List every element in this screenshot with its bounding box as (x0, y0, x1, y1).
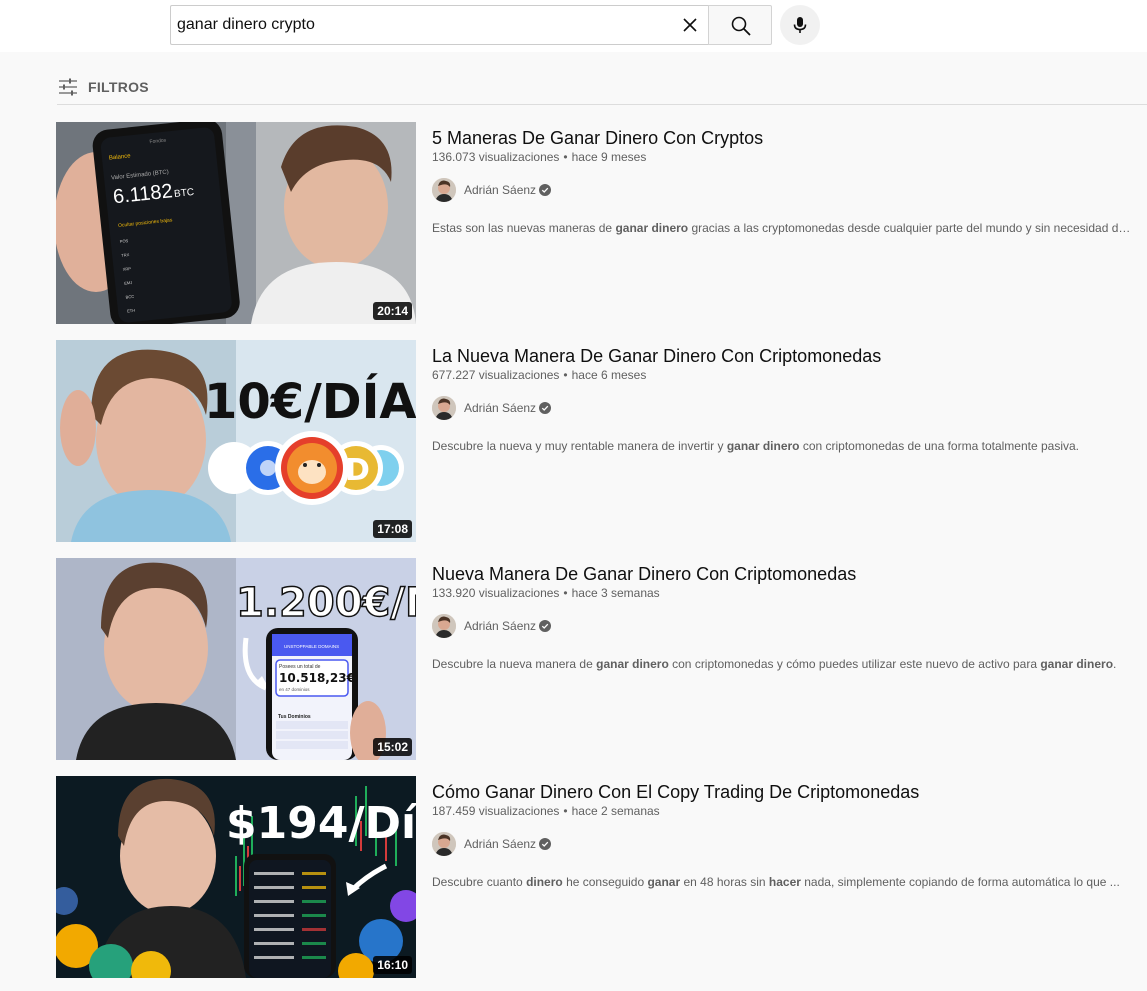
verified-badge-icon (539, 402, 551, 414)
search-icon (731, 16, 751, 36)
thumb-text: UNSTOPPABLE DOMAINS (284, 644, 339, 649)
avatar[interactable] (432, 396, 456, 420)
voice-search-button[interactable] (780, 5, 820, 45)
avatar[interactable] (432, 614, 456, 638)
video-description: Descubre la nueva y muy rentable manera … (432, 439, 1079, 453)
view-count: 133.920 visualizaciones (432, 586, 560, 600)
sliders-icon (59, 78, 77, 96)
channel-name[interactable]: Adrián Sáenz (464, 183, 536, 197)
video-meta: 677.227 visualizaciones • hace 6 meses (432, 368, 647, 382)
verified-badge-icon (539, 184, 551, 196)
masthead (0, 0, 1147, 52)
duration-badge: 20:14 (373, 302, 412, 320)
thumb-text: 10.518,23€ (279, 671, 355, 685)
video-result[interactable]: $194/Día 16:10 Cómo Ganar Dinero Con El … (56, 776, 1147, 978)
search-box (170, 5, 709, 45)
thumb-text: Posees un total de (279, 664, 321, 670)
search-button[interactable] (708, 5, 772, 45)
thumb-text: Tus Dominios (278, 714, 311, 720)
thumb-text: XRP (122, 266, 131, 272)
avatar[interactable] (432, 178, 456, 202)
upload-age: hace 9 meses (571, 150, 647, 164)
channel-name[interactable]: Adrián Sáenz (464, 837, 536, 851)
video-description: Descubre la nueva manera de ganar dinero… (432, 657, 1117, 671)
video-title[interactable]: Nueva Manera De Ganar Dinero Con Criptom… (432, 562, 1147, 586)
upload-age: hace 6 meses (571, 368, 647, 382)
video-meta: 133.920 visualizaciones • hace 3 semanas (432, 586, 660, 600)
video-result[interactable]: Balance Fondos Valor Estimado (BTC) 6.11… (56, 122, 1147, 324)
video-description: Estas son las nuevas maneras de ganar di… (432, 221, 1132, 235)
video-thumbnail[interactable]: 10€/DÍA D 17:08 (56, 340, 416, 542)
video-title[interactable]: Cómo Ganar Dinero Con El Copy Trading De… (432, 780, 1147, 804)
upload-age: hace 3 semanas (571, 586, 660, 600)
thumb-text: POS (120, 238, 129, 244)
thumb-text: $194/Día (226, 798, 416, 849)
view-count: 136.073 visualizaciones (432, 150, 560, 164)
video-meta: 136.073 visualizaciones • hace 9 meses (432, 150, 647, 164)
video-description: Descubre cuanto dinero he conseguido gan… (432, 875, 1120, 889)
thumb-text: 1.200€/MES (236, 580, 416, 626)
video-thumbnail[interactable]: Balance Fondos Valor Estimado (BTC) 6.11… (56, 122, 416, 324)
video-meta: 187.459 visualizaciones • hace 2 semanas (432, 804, 660, 818)
duration-badge: 17:08 (373, 520, 412, 538)
duration-badge: 16:10 (373, 956, 412, 974)
channel-name[interactable]: Adrián Sáenz (464, 401, 536, 415)
avatar[interactable] (432, 832, 456, 856)
thumb-text: 10€/DÍA (204, 373, 416, 430)
thumb-text: BCC (125, 294, 134, 300)
view-count: 677.227 visualizaciones (432, 368, 560, 382)
upload-age: hace 2 semanas (571, 804, 660, 818)
divider (57, 104, 1147, 105)
microphone-icon (793, 17, 807, 33)
close-icon (683, 18, 697, 32)
verified-badge-icon (539, 838, 551, 850)
search-input[interactable] (177, 6, 667, 44)
video-result[interactable]: 10€/DÍA D 17:08 La Nueva Manera De Ganar… (56, 340, 1147, 542)
video-thumbnail[interactable]: $194/Día 16:10 (56, 776, 416, 978)
duration-badge: 15:02 (373, 738, 412, 756)
filters-label: FILTROS (88, 79, 149, 95)
thumb-text: en 47 dominios (279, 687, 310, 692)
clear-search-button[interactable] (679, 14, 701, 36)
channel-name[interactable]: Adrián Sáenz (464, 619, 536, 633)
thumb-text: EMJ (124, 280, 132, 286)
video-result[interactable]: UNSTOPPABLE DOMAINS Posees un total de 1… (56, 558, 1147, 760)
thumb-text: BTC (174, 187, 195, 200)
thumb-text: ETH (127, 308, 136, 314)
thumb-text: TRX (121, 252, 130, 258)
view-count: 187.459 visualizaciones (432, 804, 560, 818)
verified-badge-icon (539, 620, 551, 632)
video-title[interactable]: La Nueva Manera De Ganar Dinero Con Crip… (432, 344, 1147, 368)
video-thumbnail[interactable]: UNSTOPPABLE DOMAINS Posees un total de 1… (56, 558, 416, 760)
video-title[interactable]: 5 Maneras De Ganar Dinero Con Cryptos (432, 126, 1147, 150)
